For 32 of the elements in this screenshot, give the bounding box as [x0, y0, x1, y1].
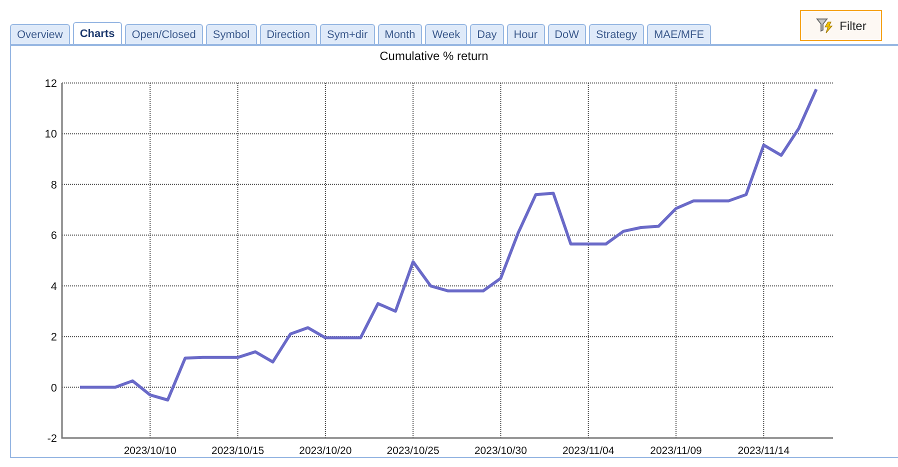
y-tick-label: 6	[50, 230, 57, 242]
tab[interactable]: Day	[470, 24, 504, 45]
tab[interactable]: Overview	[10, 24, 70, 45]
tab[interactable]: DoW	[548, 24, 586, 45]
y-tick-label: 2	[50, 332, 57, 344]
tab[interactable]: Month	[378, 24, 422, 45]
y-tick-label: 0	[50, 382, 57, 394]
tab[interactable]: MAE/MFE	[646, 24, 712, 45]
tab[interactable]: Week	[425, 24, 468, 45]
tab[interactable]: Strategy	[589, 24, 644, 45]
tab[interactable]: Open/Closed	[124, 24, 203, 45]
y-tick-label: -2	[47, 433, 57, 445]
tab[interactable]: Sym+dir	[320, 24, 375, 45]
x-tick-label: 2023/11/14	[738, 445, 790, 457]
y-tick-label: 8	[50, 179, 57, 192]
filter-icon	[816, 18, 834, 34]
y-tick-label: 10	[44, 128, 57, 141]
x-tick-label: 2023/10/15	[212, 445, 264, 457]
y-tick-label: 12	[44, 78, 57, 90]
x-tick-label: 2023/10/25	[386, 445, 440, 457]
tab[interactable]: Charts	[72, 22, 122, 45]
x-tick-label: 2023/11/04	[562, 445, 614, 457]
tab[interactable]: Symbol	[206, 24, 257, 45]
x-tick-label: 2023/10/30	[474, 445, 527, 457]
filter-button[interactable]: Filter	[800, 10, 882, 41]
chart-title: Cumulative % return	[380, 49, 488, 63]
tab[interactable]: Direction	[260, 24, 317, 45]
x-tick-label: 2023/10/20	[299, 445, 352, 457]
tab[interactable]: Hour	[506, 24, 545, 45]
y-tick-label: 4	[50, 280, 57, 293]
x-tick-label: 2023/11/09	[650, 445, 702, 457]
x-tick-label: 2023/10/10	[124, 445, 176, 457]
